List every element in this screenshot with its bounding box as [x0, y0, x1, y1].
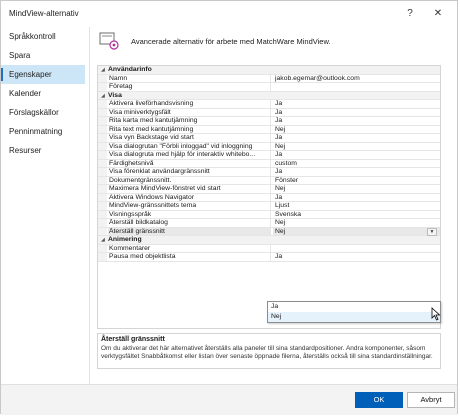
sidebar-item-penninmatning[interactable]: Penninmatning — [1, 122, 85, 141]
sidebar-item-egenskaper[interactable]: Egenskaper — [1, 65, 85, 84]
advanced-settings-icon — [99, 31, 121, 51]
property-name: Visningsspråk — [108, 210, 271, 218]
property-grid: ◢ Användarinfo Namn jakob.egemar@outlook… — [97, 65, 441, 329]
property-name: Visa miniverktygsfält — [108, 108, 271, 116]
category-animering[interactable]: ◢ Animering — [98, 236, 440, 245]
property-name: Visa dialogrutan "Förbli inloggad" vid i… — [108, 142, 271, 150]
dropdown-option-nej[interactable]: Nej — [268, 312, 440, 322]
property-value[interactable]: Ja — [273, 151, 440, 159]
property-name: Aktivera liveförhandsvisning — [108, 100, 271, 108]
property-row[interactable]: Aktivera Windows Navigator Ja — [98, 193, 440, 202]
property-value[interactable]: Ja — [273, 109, 440, 117]
property-row-aterstall-gransnitt[interactable]: Återställ gränssnitt Nej ▼ — [98, 227, 440, 236]
property-name: Visa vyn Backstage vid start — [108, 134, 271, 142]
property-name: Färdighetsnivå — [108, 159, 271, 167]
ok-button[interactable]: OK — [355, 392, 403, 408]
property-value[interactable]: Ja — [273, 134, 440, 142]
property-value[interactable]: Svenska — [273, 211, 440, 219]
property-value[interactable]: Ja — [273, 168, 440, 176]
property-name: Aktivera Windows Navigator — [108, 193, 271, 201]
property-row[interactable]: Visa miniverktygsfält Ja — [98, 108, 440, 117]
description-text: Om du aktiverar det här alternativet åte… — [101, 345, 433, 360]
property-name: MindView-gränssnittets tema — [108, 202, 271, 210]
property-row[interactable]: Återställ bildkatalog Nej — [98, 219, 440, 228]
property-value[interactable]: Ljust — [273, 202, 440, 210]
property-value[interactable]: Ja — [273, 100, 440, 108]
property-value[interactable]: custom — [273, 160, 440, 168]
description-title: Återställ gränssnitt — [101, 336, 165, 343]
property-name: Dokumentgränssnitt. — [108, 176, 271, 184]
property-value[interactable]: Nej — [273, 219, 440, 227]
property-row[interactable]: Aktivera liveförhandsvisning Ja — [98, 100, 440, 109]
property-row[interactable]: Visa förenklat användargränssnitt Ja — [98, 168, 440, 177]
property-name: Rita karta med kantutjämning — [108, 117, 271, 125]
property-value[interactable]: Ja — [273, 194, 440, 202]
property-value[interactable] — [273, 245, 440, 253]
property-row[interactable]: Visa dialogrutan "Förbli inloggad" vid i… — [98, 142, 440, 151]
cancel-button[interactable]: Avbryt — [407, 392, 455, 408]
dropdown-option-ja[interactable]: Ja — [268, 302, 440, 312]
property-value[interactable]: jakob.egemar@outlook.com — [273, 75, 440, 83]
property-row[interactable]: Färdighetsnivå custom — [98, 159, 440, 168]
chevron-down-icon[interactable]: ▼ — [427, 227, 437, 236]
property-value[interactable]: Fönster — [273, 177, 440, 185]
property-name: Återställ bildkatalog — [108, 219, 271, 227]
collapse-caret-icon[interactable]: ◢ — [101, 236, 105, 244]
property-row-foretag[interactable]: Företag — [98, 83, 440, 92]
property-row-partial[interactable]: Pausa med objektlista Ja — [98, 253, 440, 262]
property-row[interactable]: MindView-gränssnittets tema Ljust — [98, 202, 440, 211]
sidebar-item-spara[interactable]: Spara — [1, 46, 85, 65]
property-row[interactable]: Maximera MindView-fönstret vid start Nej — [98, 185, 440, 194]
dialog-footer: OK Avbryt — [1, 384, 457, 415]
property-row[interactable]: Visa vyn Backstage vid start Ja — [98, 134, 440, 143]
property-name: Återställ gränssnitt — [108, 227, 271, 235]
property-row-namn[interactable]: Namn jakob.egemar@outlook.com — [98, 74, 440, 83]
property-value[interactable]: Nej — [273, 143, 440, 151]
property-name: Visa dialogruta med hjälp för interaktiv… — [108, 151, 271, 159]
sidebar-item-resurser[interactable]: Resurser — [1, 141, 85, 160]
sidebar-divider — [89, 27, 90, 384]
property-value[interactable]: Ja — [273, 117, 440, 125]
property-name: Pausa med objektlista — [108, 253, 271, 261]
property-row[interactable]: Visa dialogruta med hjälp för interaktiv… — [98, 151, 440, 160]
category-anvandarinfo[interactable]: ◢ Användarinfo — [98, 66, 440, 75]
sidebar-item-sprakkontroll[interactable]: Språkkontroll — [1, 27, 85, 46]
property-value-select[interactable]: Nej — [273, 227, 440, 235]
options-window: MindView-alternativ ? ✕ Språkkontroll Sp… — [0, 0, 458, 415]
property-name: Rita text med kantutjämning — [108, 125, 271, 133]
category-label: Animering — [108, 236, 142, 243]
property-row[interactable]: Dokumentgränssnitt. Fönster — [98, 176, 440, 185]
value-dropdown-list: Ja Nej — [267, 301, 441, 323]
property-value[interactable] — [273, 83, 440, 91]
collapse-caret-icon[interactable]: ◢ — [101, 92, 105, 100]
property-row[interactable]: Rita karta med kantutjämning Ja — [98, 117, 440, 126]
collapse-caret-icon[interactable]: ◢ — [101, 66, 105, 74]
property-value[interactable]: Nej — [273, 126, 440, 134]
window-title: MindView-alternativ — [9, 9, 79, 18]
category-label: Användarinfo — [108, 66, 152, 73]
description-panel: Återställ gränssnitt Om du aktiverar det… — [97, 333, 441, 369]
section-header: Avancerade alternativ för arbete med Mat… — [97, 29, 449, 55]
property-value[interactable]: Nej — [273, 185, 440, 193]
property-value[interactable]: Ja — [273, 253, 440, 261]
property-name: Visa förenklat användargränssnitt — [108, 168, 271, 176]
property-name: Namn — [108, 74, 271, 82]
property-name: Maximera MindView-fönstret vid start — [108, 185, 271, 193]
sidebar-item-kalender[interactable]: Kalender — [1, 84, 85, 103]
mouse-pointer-icon — [431, 307, 441, 321]
title-bar: MindView-alternativ ? ✕ — [1, 1, 457, 27]
property-name: Kommentarer — [108, 244, 271, 252]
property-row[interactable]: Visningsspråk Svenska — [98, 210, 440, 219]
category-visa[interactable]: ◢ Visa — [98, 91, 440, 100]
sidebar-item-forslagskallor[interactable]: Förslagskällor — [1, 103, 85, 122]
sidebar: Språkkontroll Spara Egenskaper Kalender … — [1, 27, 85, 384]
category-label: Visa — [108, 91, 122, 99]
property-name: Företag — [108, 83, 271, 91]
property-row[interactable]: Rita text med kantutjämning Nej — [98, 125, 440, 134]
help-button[interactable]: ? — [401, 6, 419, 22]
close-button[interactable]: ✕ — [429, 6, 447, 22]
header-description: Avancerade alternativ för arbete med Mat… — [131, 37, 331, 46]
property-row-kommentarer[interactable]: Kommentarer — [98, 244, 440, 253]
